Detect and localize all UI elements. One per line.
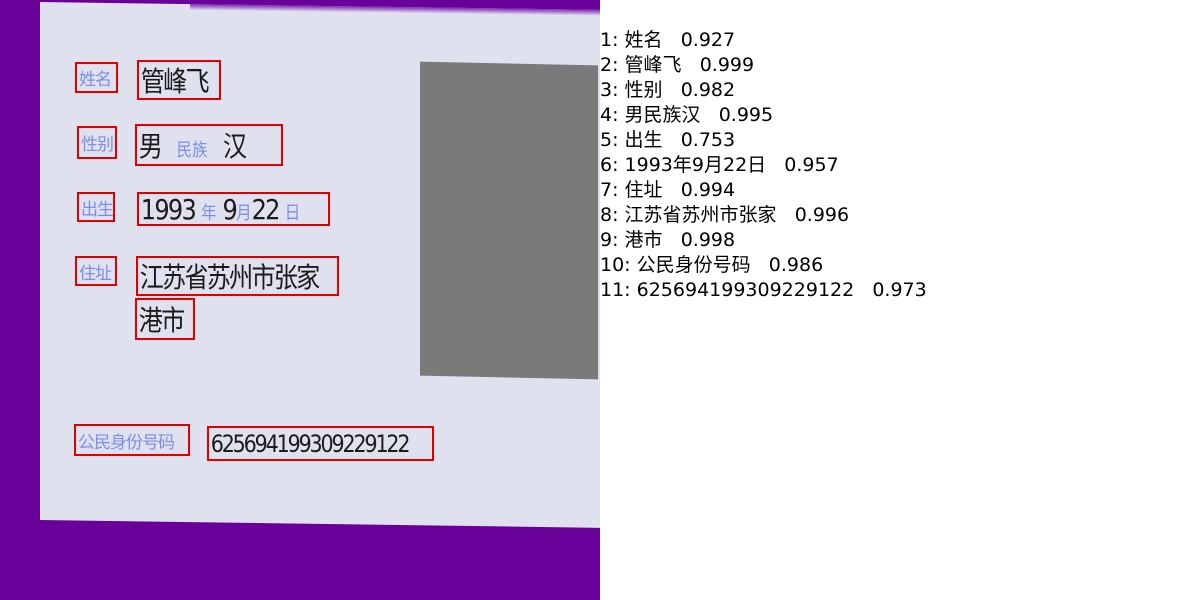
gender-label: 性别 [81,135,114,155]
result-text: 姓名 [624,29,663,51]
birth-month: 9 [222,192,237,226]
result-index: 8: [600,204,619,226]
result-index: 1: [600,29,619,51]
birth-value: 1993 年 9月22 日 [139,192,301,226]
result-index: 4: [600,104,619,126]
result-index: 6: [600,154,619,176]
name-value: 管峰飞 [140,65,210,98]
result-item: 6: 1993年9月22日 0.957 [600,153,927,178]
detection-box-id-value: 625694199309229122 [207,426,434,461]
result-score: 0.996 [794,204,850,226]
detection-box-gender-label: 性别 [77,126,117,159]
result-item: 2: 管峰飞 0.999 [600,53,927,78]
result-score: 0.957 [784,154,839,176]
gender-value: 男 [138,130,163,163]
result-index: 5: [600,129,619,151]
ethnicity-label: 民族 [176,140,208,161]
detection-box-address-line1: 江苏省苏州市张家 [136,256,339,296]
detection-box-birth-label: 出生 [77,192,115,222]
result-index: 7: [600,179,619,201]
result-score: 0.994 [680,179,736,201]
result-item: 10: 公民身份号码 0.986 [600,253,927,278]
detection-box-address-label: 住址 [75,256,117,286]
result-item: 8: 江苏省苏州市张家 0.996 [600,203,927,228]
result-text: 江苏省苏州市张家 [624,204,777,226]
result-text: 港市 [624,229,663,251]
gender-ethnicity-value: 男民族汉 [137,126,247,164]
photo-placeholder [420,61,598,380]
ocr-results-list: 1: 姓名 0.927 2: 管峰飞 0.999 3: 性别 0.982 4: … [600,28,927,303]
name-label: 姓名 [79,70,112,90]
address-line1: 江苏省苏州市张家 [139,261,321,294]
result-score: 0.986 [768,254,824,276]
detection-box-name-value: 管峰飞 [137,60,221,100]
birth-year-unit: 年 [201,202,217,224]
result-score: 0.973 [872,279,927,301]
result-text: 1993年9月22日 [624,154,767,176]
id-number-value: 625694199309229122 [210,429,411,458]
result-item: 4: 男民族汉 0.995 [600,103,927,128]
result-item: 5: 出生 0.753 [600,128,927,153]
result-score: 0.927 [680,29,736,51]
result-score: 0.999 [699,54,755,76]
id-number-label: 公民身份号码 [78,432,175,453]
result-text: 625694199309229122 [636,279,855,301]
card-edge-shadow [190,4,600,17]
result-score: 0.995 [718,104,774,126]
result-item: 1: 姓名 0.927 [600,28,927,53]
result-score: 0.753 [680,129,736,151]
result-index: 9: [600,229,619,251]
result-item: 7: 住址 0.994 [600,178,927,203]
result-item: 11: 625694199309229122 0.973 [600,278,927,303]
birth-day: 22 [251,192,281,226]
address-line2: 港市 [138,304,185,337]
result-text: 管峰飞 [624,54,682,76]
result-index: 11: [600,279,631,301]
detection-box-name-label: 姓名 [75,62,118,93]
detection-box-id-label: 公民身份号码 [74,424,190,456]
result-text: 性别 [624,79,663,101]
result-item: 9: 港市 0.998 [600,228,927,253]
detection-box-address-line2: 港市 [135,298,195,340]
result-text: 出生 [624,129,663,151]
result-text: 住址 [624,179,663,201]
birth-label: 出生 [81,199,113,220]
result-index: 3: [600,79,619,101]
ocr-image-panel: 姓名 管峰飞 性别 男民族汉 出生 1993 年 9月22 日 住址 江苏省苏州… [0,0,600,600]
result-index: 2: [600,54,619,76]
birth-year: 1993 [140,192,197,226]
result-text: 男民族汉 [624,104,701,126]
result-text: 公民身份号码 [636,254,751,276]
detection-box-birth-value: 1993 年 9月22 日 [137,192,330,226]
detection-box-gender-ethnicity: 男民族汉 [135,124,283,166]
result-score: 0.998 [680,229,736,251]
birth-month-unit: 月 [236,202,252,224]
birth-day-unit: 日 [284,202,301,224]
result-score: 0.982 [680,79,736,101]
result-item: 3: 性别 0.982 [600,78,927,103]
address-label: 住址 [79,263,112,284]
result-index: 10: [600,254,631,276]
ethnicity-value: 汉 [223,130,247,163]
